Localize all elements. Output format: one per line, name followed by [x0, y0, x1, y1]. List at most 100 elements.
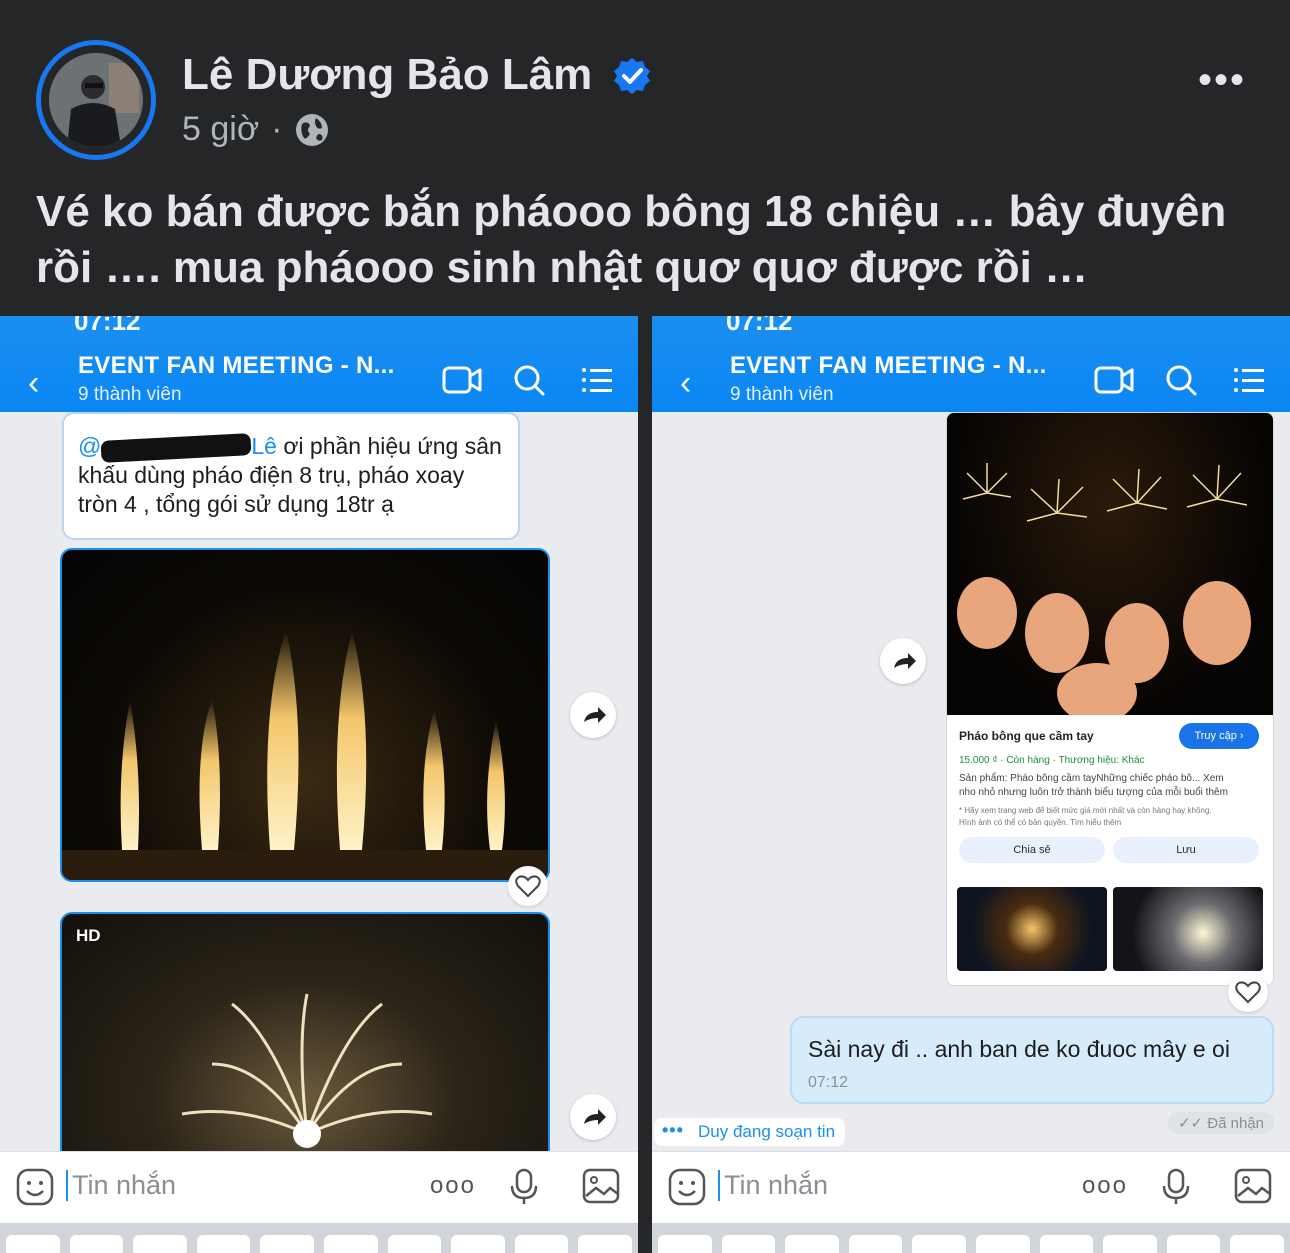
back-arrow-icon[interactable]: ‹ [28, 364, 39, 403]
video-call-icon[interactable] [1094, 362, 1134, 398]
redacted-name [100, 433, 252, 463]
share-button[interactable]: Chia sẻ [959, 837, 1105, 863]
keyboard-key[interactable] [133, 1235, 187, 1253]
thumbnail-strip [957, 887, 1263, 971]
status-time: 07:12 [726, 316, 793, 336]
post-meta: 5 giờ · [182, 110, 330, 149]
product-note: * Hãy xem trang web để biết mức giá mới … [959, 806, 1212, 827]
spinning-fireworks-photo [181, 993, 433, 1148]
product-name: Pháo bông que cầm tay [959, 729, 1094, 743]
video-call-icon[interactable] [442, 362, 482, 398]
sparkler-photo [947, 413, 1273, 723]
product-desc-1: Sản phẩm: Pháo bông cầm tayNhững chiếc p… [959, 773, 1224, 784]
keyboard-key[interactable] [387, 1235, 442, 1253]
keyboard-key[interactable] [1039, 1235, 1094, 1253]
save-label: Lưu [1176, 844, 1196, 856]
heart-icon [1235, 981, 1261, 1004]
product-card[interactable]: Pháo bông que cầm tay Truy cập › 15.000 … [946, 412, 1274, 986]
meta-separator: · [271, 110, 283, 148]
keyboard-key[interactable] [451, 1235, 505, 1253]
avatar[interactable] [49, 53, 143, 147]
react-heart-button[interactable] [508, 866, 548, 906]
keyboard-key[interactable] [69, 1235, 124, 1253]
emoji-icon[interactable] [16, 1168, 54, 1206]
message-time: 07:12 [808, 1074, 849, 1091]
author-name[interactable]: Lê Dương Bảo Lâm [182, 50, 592, 100]
keyboard-top-row [652, 1223, 1290, 1253]
fireworks-image-2[interactable]: HD [60, 912, 550, 1162]
typing-text: Duy đang soạn tin [698, 1122, 836, 1141]
post-caption: Vé ko bán được bắn pháooo bông 18 chiệu … [36, 187, 1227, 292]
thumbnail[interactable] [957, 887, 1107, 971]
forward-button[interactable] [880, 638, 926, 684]
message-input[interactable]: Tin nhắn [66, 1170, 176, 1201]
forward-arrow-icon [584, 707, 606, 723]
search-icon[interactable] [1162, 362, 1202, 398]
outgoing-message-text: Sài nay đi .. anh ban de ko đuoc mây e o… [808, 1036, 1230, 1062]
post-header: Lê Dương Bảo Lâm 5 giờ · ••• Vé ko bán đ… [0, 0, 1290, 316]
typing-indicator: ••• Duy đang soạn tin [654, 1118, 846, 1146]
menu-list-icon[interactable] [578, 362, 618, 398]
visit-button[interactable]: Truy cập › [1179, 723, 1259, 749]
keyboard-key[interactable] [323, 1235, 378, 1253]
message-input-bar: Tin nhắn ooo [652, 1151, 1290, 1223]
image-attach-icon[interactable] [1234, 1168, 1272, 1204]
keyboard-key[interactable] [1166, 1235, 1221, 1253]
keyboard-key[interactable] [196, 1235, 251, 1253]
member-count: 9 thành viên [78, 384, 182, 405]
image-attach-icon[interactable] [582, 1168, 620, 1204]
keyboard-key[interactable] [260, 1235, 314, 1253]
search-icon[interactable] [510, 362, 550, 398]
product-price: 15.000 ₫ · Còn hàng · Thương hiệu: Khác [959, 755, 1145, 766]
back-arrow-icon[interactable]: ‹ [680, 364, 691, 403]
keyboard-key[interactable] [912, 1235, 966, 1253]
keyboard-key[interactable] [6, 1235, 60, 1253]
heart-icon [515, 875, 541, 898]
incoming-message-bubble[interactable]: @ Lê ơi phần hiệu ứng sân khấu dùng pháo … [62, 412, 520, 540]
keyboard-key[interactable] [848, 1235, 903, 1253]
fireworks-image-1[interactable] [60, 548, 550, 882]
group-title[interactable]: EVENT FAN MEETING - N... [730, 352, 1047, 380]
save-button[interactable]: Lưu [1113, 837, 1259, 863]
keyboard-key[interactable] [578, 1235, 632, 1253]
outgoing-message-bubble[interactable]: Sài nay đi .. anh ban de ko đuoc mây e o… [790, 1016, 1274, 1104]
sparklers-hands-image [957, 463, 1251, 723]
keyboard-key[interactable] [658, 1235, 712, 1253]
keyboard-key[interactable] [514, 1235, 569, 1253]
fountain-fireworks-photo [62, 630, 548, 880]
react-heart-button[interactable] [1228, 972, 1268, 1012]
menu-list-icon[interactable] [1230, 362, 1270, 398]
thumbnail[interactable] [1113, 887, 1263, 971]
voice-input-icon[interactable] [508, 1168, 540, 1206]
keyboard-key[interactable] [785, 1235, 839, 1253]
forward-button[interactable] [570, 692, 616, 738]
message-input[interactable]: Tin nhắn [718, 1170, 828, 1201]
group-title[interactable]: EVENT FAN MEETING - N... [78, 352, 395, 380]
chat-header: 07:12 ‹ EVENT FAN MEETING - N... 9 thành… [0, 316, 638, 412]
message-input-bar: Tin nhắn ooo [0, 1151, 638, 1223]
typing-dots-icon: ••• [662, 1120, 684, 1140]
story-ring[interactable] [36, 40, 156, 160]
keyboard-top-row [0, 1223, 638, 1253]
status-time: 07:12 [74, 316, 141, 336]
left-chat-screenshot[interactable]: 07:12 ‹ EVENT FAN MEETING - N... 9 thành… [0, 316, 638, 1253]
keyboard-key[interactable] [1103, 1235, 1157, 1253]
voice-input-icon[interactable] [1160, 1168, 1192, 1206]
more-options-icon[interactable]: ooo [430, 1172, 476, 1200]
post-time[interactable]: 5 giờ [182, 110, 259, 149]
forward-arrow-icon [894, 653, 916, 669]
keyboard-key[interactable] [1230, 1235, 1284, 1253]
chat-header: 07:12 ‹ EVENT FAN MEETING - N... 9 thành… [652, 316, 1290, 412]
more-options-icon[interactable]: ooo [1082, 1172, 1128, 1200]
right-chat-screenshot[interactable]: 07:12 ‹ EVENT FAN MEETING - N... 9 thành… [652, 316, 1290, 1253]
double-check-icon: ✓✓ [1177, 1115, 1208, 1132]
forward-button-2[interactable] [570, 1094, 616, 1140]
hd-badge: HD [76, 926, 101, 945]
keyboard-key[interactable] [721, 1235, 776, 1253]
share-label: Chia sẻ [1013, 844, 1051, 856]
globe-icon [296, 113, 329, 146]
keyboard-key[interactable] [975, 1235, 1030, 1253]
more-options-button[interactable]: ••• [1198, 58, 1246, 103]
mention-at: @ [78, 433, 102, 459]
emoji-icon[interactable] [668, 1168, 706, 1206]
